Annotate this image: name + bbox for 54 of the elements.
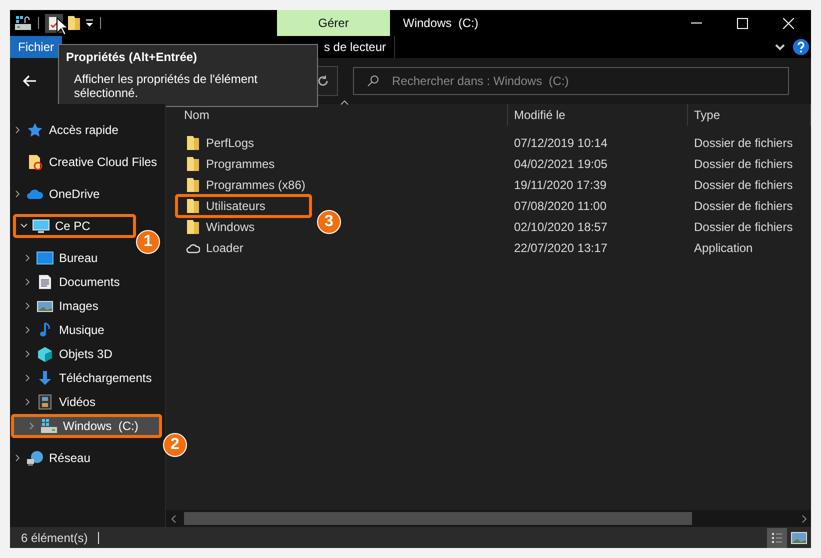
window-title: Windows (C:) [403,16,480,30]
nav-item[interactable]: Vidéos [10,390,165,414]
nav-item[interactable]: Objets 3D [10,342,165,366]
nav-label: Téléchargements [59,371,152,385]
file-name[interactable]: PerfLogs [206,136,254,150]
nav-item[interactable]: Documents [10,270,165,294]
nav-item[interactable]: Ce PC [13,214,136,238]
date-cell-text: 02/10/2020 18:57 [513,220,608,234]
type-cell-text: Dossier de fichiers [693,156,794,170]
step-badge: 3 [317,210,341,234]
date-cell-text: 22/07/2020 13:17 [513,240,608,254]
type-cell-text: Application [693,240,754,254]
ribbon-tab[interactable]: Fichier [10,36,62,58]
nav-label: Images [59,299,98,313]
nav-label: Ce PC [55,219,90,233]
type-cell-text: Dossier de fichiers [693,220,794,234]
nav-item[interactable]: Téléchargements [10,366,165,390]
nav-label: Bureau [59,251,98,265]
file-name[interactable]: Utilisateurs [206,198,266,212]
nav-item[interactable]: Windows (C:) [11,414,162,438]
nav-item[interactable]: Images [10,294,165,318]
file-name[interactable]: Loader [206,240,244,254]
date-cell-text: 04/02/2021 19:05 [513,156,608,170]
date-cell-text: 19/11/2020 17:39 [513,178,608,192]
file-name[interactable]: Windows [206,220,255,234]
date-cell-text: 07/12/2019 10:14 [513,136,608,150]
nav-label: Objets 3D [59,347,112,361]
nav-item[interactable]: Accès rapide [10,118,165,142]
file-name[interactable]: Programmes (x86) [206,178,306,192]
nav-label: Accès rapide [49,123,118,137]
type-cell-text: Dossier de fichiers [693,136,794,150]
nav-label: Creative Cloud Files [49,155,158,169]
tooltip-text: Afficher les propriétés de l'élément sélectionné. [73,72,258,100]
tooltip-title: Propriétés (Alt+Entrée) [66,50,198,64]
nav-label: Documents [59,275,120,289]
column-header[interactable]: Modifié le [508,104,688,126]
step-badge: 1 [136,230,160,254]
nav-item[interactable]: OneDrive [10,182,165,206]
type-cell-text: Dossier de fichiers [693,198,794,212]
nav-item[interactable]: Musique [10,318,165,342]
nav-label: Musique [59,323,104,337]
file-name[interactable]: Programmes [206,156,275,170]
nav-item[interactable]: Réseau [10,446,165,470]
nav-label: Réseau [49,451,90,465]
nav-label: Vidéos [59,395,96,409]
column-header[interactable]: Type [688,104,811,126]
nav-label: OneDrive [49,187,100,201]
type-cell-text: Dossier de fichiers [693,178,794,192]
search-field[interactable]: Rechercher dans : Windows (C:) [353,67,789,95]
nav-label: Windows (C:) [63,419,138,433]
item-count: 6 élément(s) [21,530,88,544]
nav-item[interactable]: Creative Cloud Files [10,150,165,174]
date-cell-text: 07/08/2020 11:00 [513,198,608,212]
context-tab-header: Gérer [277,10,390,36]
